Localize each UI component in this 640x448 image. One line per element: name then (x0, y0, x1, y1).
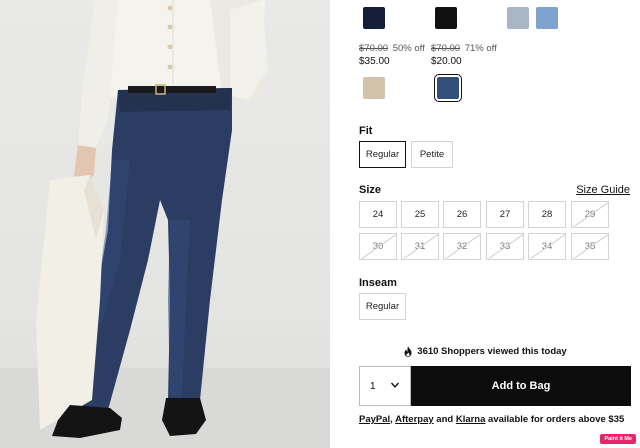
size-label: Size (359, 184, 382, 196)
size-guide-link[interactable]: Size Guide (576, 184, 630, 196)
paypal-link[interactable]: PayPal (359, 414, 390, 425)
size-option-27[interactable]: 27 (486, 201, 524, 228)
klarna-link[interactable]: Klarna (456, 414, 486, 425)
flame-icon (404, 346, 412, 357)
discount-label: 50% off (392, 43, 425, 54)
fit-option-petite[interactable]: Petite (411, 141, 453, 168)
payment-options-note: PayPal, Afterpay and Klarna available fo… (359, 414, 624, 425)
size-option-30-unavailable[interactable]: 30 (359, 233, 397, 260)
size-option-35-unavailable[interactable]: 35 (571, 233, 609, 260)
original-price: $70.00 (431, 43, 461, 54)
product-image[interactable] (0, 0, 330, 448)
size-option-26[interactable]: 26 (443, 201, 481, 228)
fit-label: Fit (359, 125, 373, 137)
swatch-tan[interactable] (363, 77, 385, 99)
size-option-28[interactable]: 28 (528, 201, 566, 228)
size-option-34-unavailable[interactable]: 34 (528, 233, 566, 260)
original-price: $70.00 (359, 43, 389, 54)
size-option-24[interactable]: 24 (359, 201, 397, 228)
quantity-value: 1 (370, 380, 376, 392)
price-block-1: $70.00 50% off $35.00 (359, 43, 425, 68)
size-option-31-unavailable[interactable]: 31 (401, 233, 439, 260)
swatch-dark-indigo-selected[interactable] (434, 74, 462, 102)
inseam-option-regular[interactable]: Regular (359, 293, 406, 320)
quantity-select[interactable]: 1 (359, 366, 411, 406)
paint-it-me-badge[interactable]: Paint it Me (600, 434, 636, 444)
inseam-label: Inseam (359, 277, 397, 289)
sale-price: $35.00 (359, 56, 390, 67)
payment-and: and (436, 414, 454, 425)
size-option-33-unavailable[interactable]: 33 (486, 233, 524, 260)
swatch-navy[interactable] (363, 7, 385, 29)
swatch-light-grey-blue[interactable] (507, 7, 529, 29)
add-to-bag-button[interactable]: Add to Bag (411, 366, 631, 406)
discount-label: 71% off (464, 43, 497, 54)
product-options-panel: $70.00 50% off $35.00 $70.00 71% off $20… (330, 0, 640, 448)
size-option-32-unavailable[interactable]: 32 (443, 233, 481, 260)
swatch-light-blue[interactable] (536, 7, 558, 29)
swatch-black[interactable] (435, 7, 457, 29)
model-illustration (36, 0, 268, 438)
price-block-2: $70.00 71% off $20.00 (431, 43, 497, 68)
viewers-text: 3610 Shoppers viewed this today (417, 346, 567, 357)
sale-price: $20.00 (431, 56, 462, 67)
size-option-29-unavailable[interactable]: 29 (571, 201, 609, 228)
afterpay-link[interactable]: Afterpay (395, 414, 434, 425)
social-proof: 3610 Shoppers viewed this today (330, 346, 640, 357)
payment-suffix: available for orders above $35 (488, 414, 625, 425)
payment-separator: , (390, 414, 393, 425)
chevron-down-icon (390, 382, 400, 388)
fit-option-regular[interactable]: Regular (359, 141, 406, 168)
size-option-25[interactable]: 25 (401, 201, 439, 228)
